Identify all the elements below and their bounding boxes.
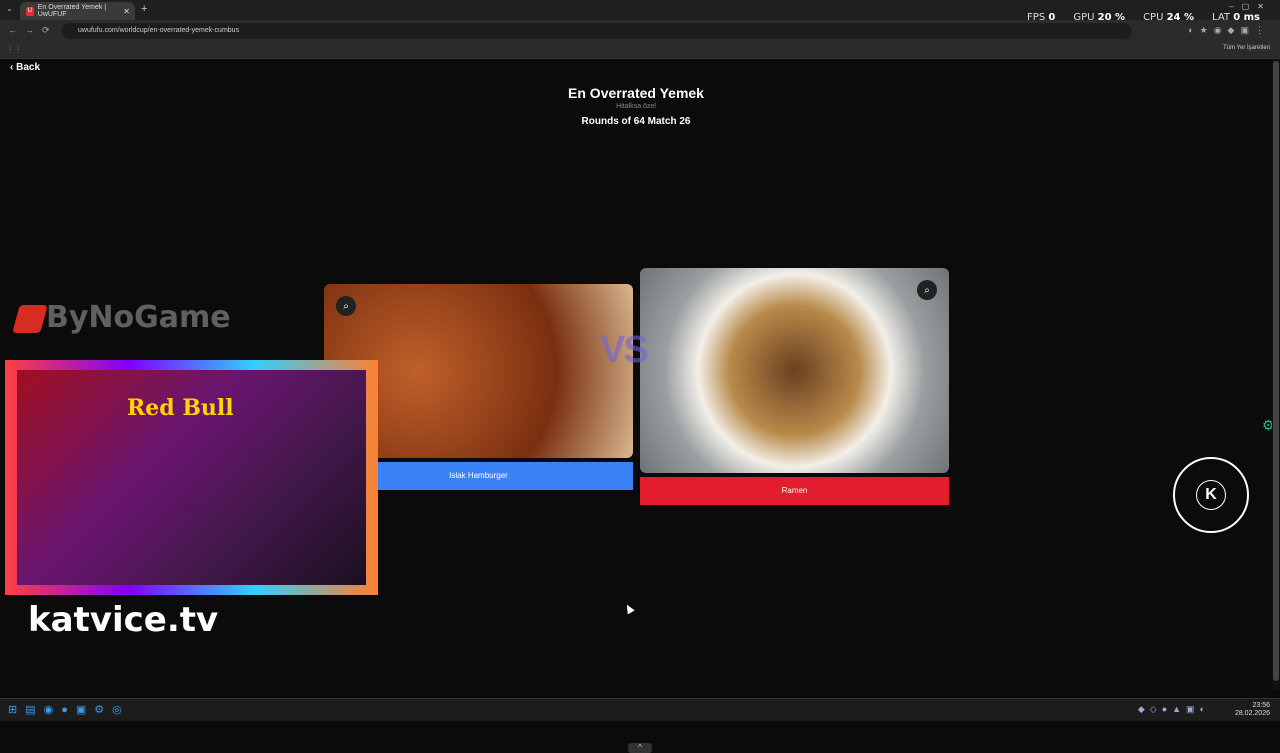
vs-label: VS [600,329,649,371]
browser-tab[interactable]: U En Overrated Yemek | UwUFUF ✕ [20,2,135,20]
window-controls[interactable]: –▢✕ [1229,2,1272,11]
brand-watermark: ByNoGame [46,300,231,335]
zoom-icon[interactable]: ⌕ [336,296,356,316]
scrollbar[interactable] [1272,59,1280,690]
bookmarks-bar: ⋮⋮ Tüm Yer İşaretleri [0,42,1280,59]
back-label: Back [16,62,41,73]
close-tab-icon[interactable]: ✕ [123,7,130,16]
tab-title: En Overrated Yemek | UwUFUF [37,4,107,18]
extension-icons[interactable]: ◐★◉◆▣⋮ [1188,25,1270,36]
page-title: En Overrated Yemek [568,85,704,101]
choice-image-ramen[interactable]: ⌕ [640,268,949,473]
back-button[interactable]: ‹ Back [10,62,40,73]
webcam-overlay: Red Bull [5,360,378,595]
page-subtitle: Hitalksa özel [616,103,656,110]
round-indicator: Rounds of 64 Match 26 [581,116,691,127]
url-input[interactable]: uwufufu.com/worldcup/en-overrated-yemek-… [62,23,1132,39]
clock[interactable]: 23:56 28.02.2026 [1235,702,1270,718]
tab-search-icon[interactable]: ⌄ [6,4,13,13]
studio-logo: K [1173,457,1249,533]
scroll-up-button[interactable]: ^ [628,743,652,753]
zoom-icon[interactable]: ⌕ [917,280,937,300]
new-tab-button[interactable]: + [141,3,147,15]
favicon-icon: U [26,6,34,16]
webcam-feed: Red Bull [17,370,366,585]
taskbar: ⊞▤◉●▣⚙◎ ◆◇●▲▣◐ 23:56 28.02.2026 [0,698,1280,721]
mouse-cursor [623,602,635,615]
camera-sign: Red Bull [127,395,234,421]
nav-buttons[interactable]: ←→⟳ [8,25,58,36]
address-bar-row: ←→⟳ uwufufu.com/worldcup/en-overrated-ye… [0,20,1280,42]
scrollbar-thumb[interactable] [1273,61,1279,681]
apps-icon[interactable]: ⋮⋮ [6,45,22,54]
all-bookmarks-button[interactable]: Tüm Yer İşaretleri [1223,45,1270,51]
stamp-letter: K [1196,480,1226,510]
choice-button-ramen[interactable]: Ramen [640,477,949,505]
browser-tab-strip: ⌄ U En Overrated Yemek | UwUFUF ✕ + FPS … [0,0,1280,23]
taskbar-apps[interactable]: ⊞▤◉●▣⚙◎ [8,703,130,716]
stream-site-label: katvice.tv [28,600,219,640]
tray-icons[interactable]: ◆◇●▲▣◐ [1138,704,1210,715]
